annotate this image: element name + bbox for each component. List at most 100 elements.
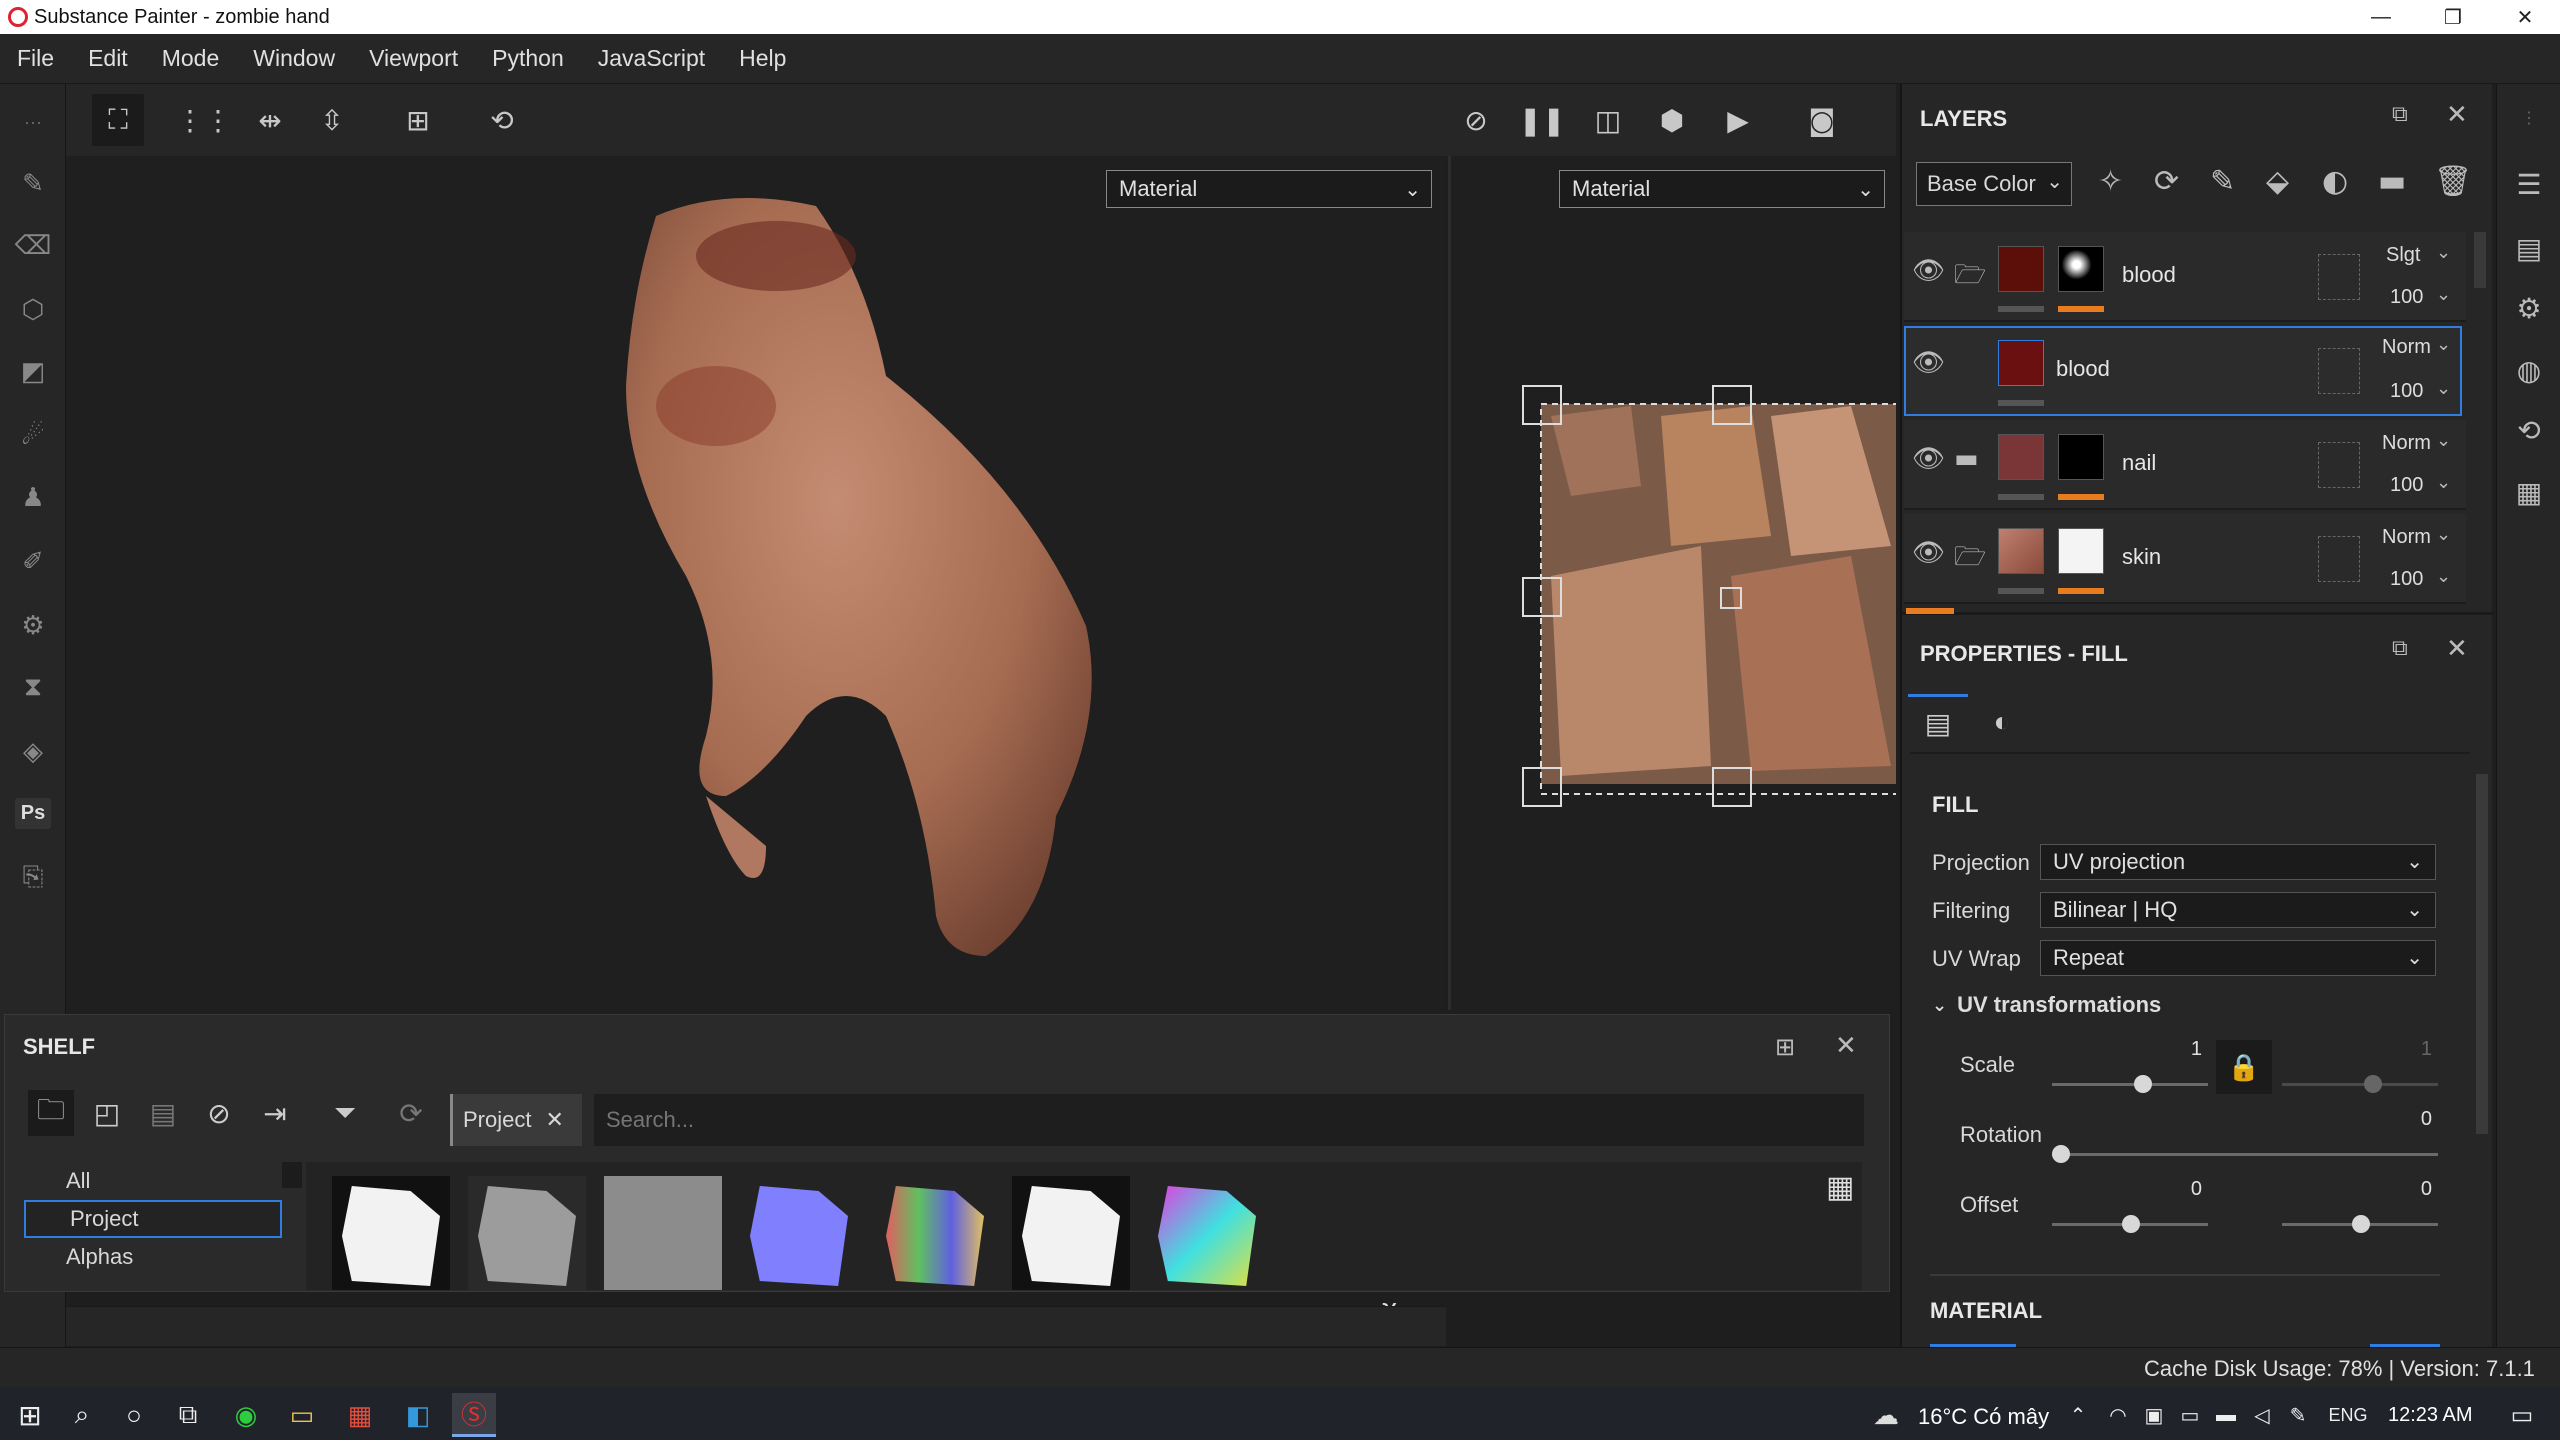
channel-select[interactable]: Base Color ⌄ bbox=[1916, 162, 2072, 206]
lock-icon[interactable]: 🔒 bbox=[2216, 1040, 2272, 1094]
chevron-down-icon[interactable]: ⌄ bbox=[2436, 430, 2451, 451]
layer-mask-thumbnail[interactable] bbox=[2058, 434, 2104, 480]
layer-row-nail[interactable]: 👁 ▬ nail Norm 100 ⌄ ⌄ bbox=[1904, 420, 2466, 510]
hide-icon[interactable]: ⊘ bbox=[196, 1090, 242, 1136]
clock-time[interactable]: 12:23 AM bbox=[2388, 1404, 2473, 1427]
chevron-down-icon[interactable]: ⌄ bbox=[2436, 284, 2451, 305]
folder-icon[interactable]: ▬ bbox=[1954, 444, 1979, 474]
history-icon[interactable]: ⟲ bbox=[2509, 410, 2549, 450]
thumbnail-mask-1[interactable] bbox=[332, 1176, 450, 1290]
new-resource-icon[interactable]: ◰ bbox=[84, 1090, 130, 1136]
symmetry-y-icon[interactable]: ⇳ bbox=[306, 94, 358, 146]
uv-transformations-header[interactable]: ⌄ UV transformations bbox=[1932, 992, 2161, 1018]
hide-uv-icon[interactable]: ⊘ bbox=[1450, 94, 1502, 146]
menu-javascript[interactable]: JavaScript bbox=[581, 45, 722, 72]
chevron-down-icon[interactable]: ⌄ bbox=[2436, 472, 2451, 493]
layer-mask-thumbnail[interactable] bbox=[2058, 246, 2104, 292]
chrome-icon[interactable]: ◉ bbox=[224, 1393, 268, 1437]
search-icon[interactable]: ⌕ bbox=[60, 1393, 104, 1437]
scale-u-knob[interactable] bbox=[2134, 1075, 2152, 1093]
rotation-value[interactable]: 0 bbox=[2410, 1108, 2432, 1131]
thumbnail-height[interactable] bbox=[604, 1176, 722, 1290]
3d-view-icon[interactable]: ⬢ bbox=[1646, 94, 1698, 146]
visibility-eye-icon[interactable]: 👁 bbox=[1912, 348, 1945, 378]
texture-set-icon[interactable]: ▤ bbox=[2509, 228, 2549, 268]
windows-start-icon[interactable]: ⊞ bbox=[8, 1393, 52, 1437]
notification-icon[interactable]: ▭ bbox=[2500, 1393, 2544, 1437]
pen-icon[interactable]: ✎ bbox=[2276, 1393, 2320, 1437]
float-properties-icon[interactable]: ⧉ bbox=[2392, 636, 2408, 661]
file-explorer-icon[interactable]: ▭ bbox=[280, 1393, 324, 1437]
projection-icon[interactable]: ⬡ bbox=[10, 286, 56, 332]
eraser-icon[interactable]: ⌫ bbox=[10, 222, 56, 268]
pause-icon[interactable]: ❚❚ bbox=[1516, 94, 1568, 146]
properties-scrollbar[interactable] bbox=[2476, 774, 2488, 1134]
rotation-slider[interactable] bbox=[2052, 1153, 2438, 1156]
screenshot-icon[interactable]: ◙ bbox=[1796, 94, 1848, 146]
thumbnail-mask-2[interactable] bbox=[468, 1176, 586, 1290]
task-view-icon[interactable]: ⧉ bbox=[166, 1393, 210, 1437]
uvwrap-select[interactable]: Repeat ⌄ bbox=[2040, 940, 2436, 976]
log-icon[interactable]: ▦ bbox=[2509, 472, 2549, 512]
folder-open-icon[interactable]: 🗁 bbox=[1954, 538, 1986, 582]
filter-tag-project[interactable]: Project ✕ bbox=[450, 1094, 582, 1146]
folder-icon[interactable]: 🗀 bbox=[28, 1090, 74, 1136]
folder-open-icon[interactable]: 🗁 bbox=[1954, 256, 1986, 300]
camera-icon[interactable]: ▶ bbox=[1712, 94, 1764, 146]
chevron-down-icon[interactable]: ⌄ bbox=[2436, 334, 2451, 355]
chevron-down-icon[interactable]: ⌄ bbox=[2436, 566, 2451, 587]
chevron-down-icon[interactable]: ⌄ bbox=[2436, 378, 2451, 399]
layer-opacity[interactable]: 100 bbox=[2390, 474, 2423, 497]
scale-v-value[interactable]: 1 bbox=[2410, 1038, 2432, 1061]
layer-opacity[interactable]: 100 bbox=[2390, 286, 2423, 309]
display-settings-icon[interactable]: ◍ bbox=[2509, 350, 2549, 390]
menu-edit[interactable]: Edit bbox=[71, 45, 145, 72]
color-picker-icon[interactable]: ✐ bbox=[10, 538, 56, 584]
app-grid-icon[interactable]: ▦ bbox=[338, 1393, 382, 1437]
projection-select[interactable]: UV projection ⌄ bbox=[2040, 844, 2436, 880]
scale-u-value[interactable]: 1 bbox=[2180, 1038, 2202, 1061]
menu-help[interactable]: Help bbox=[722, 45, 803, 72]
category-all[interactable]: All bbox=[22, 1162, 284, 1200]
symmetry-x-icon[interactable]: ⇹ bbox=[244, 94, 296, 146]
category-scrollbar[interactable] bbox=[282, 1162, 302, 1188]
weather-text[interactable]: 16°C Có mây bbox=[1918, 1404, 2049, 1430]
bake-icon[interactable]: ⚙ bbox=[10, 602, 56, 648]
reset-view-icon[interactable]: ⟲ bbox=[476, 94, 528, 146]
split-view-icon[interactable]: ◫ bbox=[1582, 94, 1634, 146]
grid-view-icon[interactable]: ▦ bbox=[1826, 1170, 1854, 1205]
delete-layer-icon[interactable]: 🗑 bbox=[2434, 164, 2472, 199]
tab-fill-properties-icon[interactable]: ▤ bbox=[1908, 694, 1968, 750]
add-fill-layer-icon[interactable]: ⬙ bbox=[2266, 164, 2289, 199]
restore-button[interactable]: ❐ bbox=[2418, 0, 2488, 34]
save-icon[interactable]: ▤ bbox=[140, 1090, 186, 1136]
layer-row-blood-folder[interactable]: 👁 🗁 blood Slgt 100 ⌄ ⌄ bbox=[1904, 232, 2466, 322]
rotation-knob[interactable] bbox=[2052, 1145, 2070, 1163]
layers-scrollbar[interactable] bbox=[2474, 232, 2486, 288]
paint-brush-icon[interactable]: ✎ bbox=[10, 160, 56, 206]
scale-v-slider[interactable] bbox=[2282, 1083, 2438, 1086]
blend-mode[interactable]: Norm bbox=[2382, 526, 2431, 549]
layer-row-skin[interactable]: 👁 🗁 skin Norm 100 ⌄ ⌄ bbox=[1904, 514, 2466, 604]
chevron-down-icon[interactable]: ⌄ bbox=[2436, 242, 2451, 263]
shelf-search-input[interactable] bbox=[594, 1094, 1864, 1146]
menu-file[interactable]: File bbox=[0, 45, 71, 72]
layer-geometry-mask-icon[interactable] bbox=[2318, 348, 2360, 394]
thumbnail-position[interactable] bbox=[1148, 1176, 1266, 1290]
category-alphas[interactable]: Alphas bbox=[22, 1238, 284, 1276]
close-properties-icon[interactable]: ✕ bbox=[2446, 634, 2468, 664]
category-project[interactable]: Project bbox=[24, 1200, 282, 1238]
offset-u-knob[interactable] bbox=[2122, 1215, 2140, 1233]
dock-icon[interactable]: ⊞ bbox=[1775, 1033, 1795, 1061]
visibility-eye-icon[interactable]: 👁 bbox=[1912, 538, 1945, 568]
layer-color-swatch[interactable] bbox=[1998, 246, 2044, 292]
offset-v-value[interactable]: 0 bbox=[2410, 1178, 2432, 1201]
blend-mode[interactable]: Norm bbox=[2382, 336, 2431, 359]
minimize-button[interactable]: — bbox=[2346, 0, 2416, 34]
layer-color-swatch[interactable] bbox=[1998, 340, 2044, 386]
layer-opacity[interactable]: 100 bbox=[2390, 568, 2423, 591]
thumbnail-id-map[interactable] bbox=[876, 1176, 994, 1290]
layer-color-swatch[interactable] bbox=[1998, 434, 2044, 480]
grid-icon[interactable]: ⋮⋮ bbox=[176, 94, 232, 146]
filter-icon[interactable]: ⏷ bbox=[322, 1090, 368, 1136]
